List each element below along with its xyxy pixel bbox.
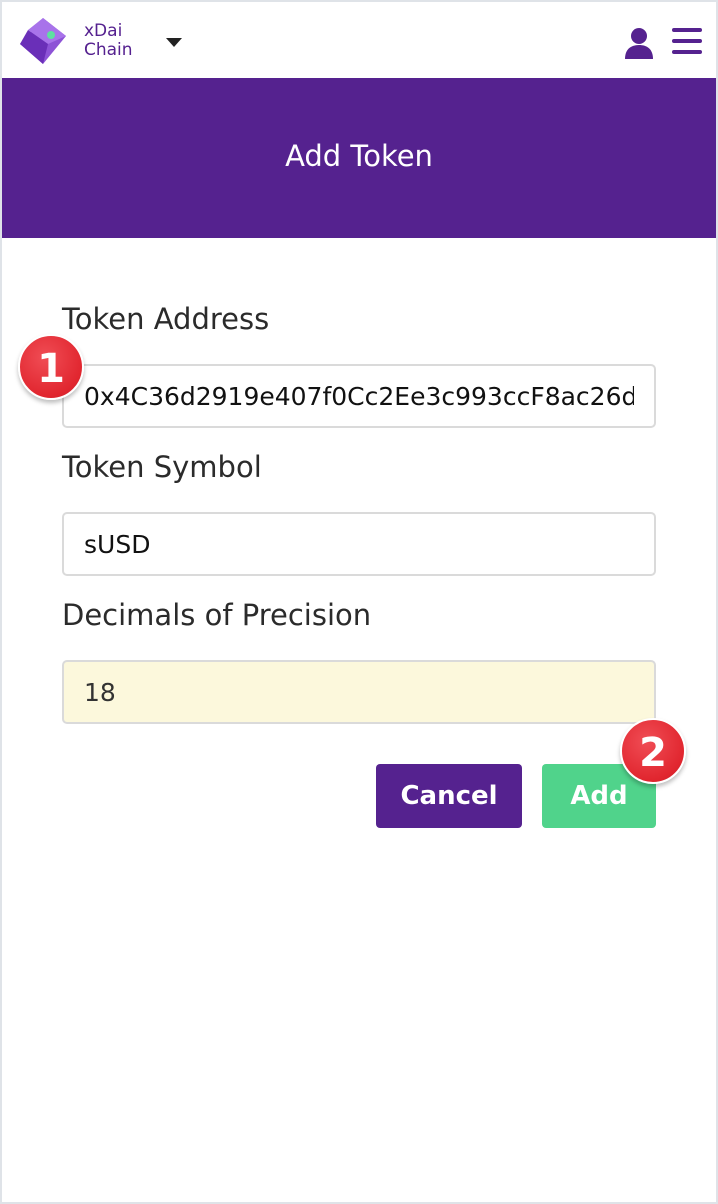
network-name-line1: xDai [84, 21, 123, 41]
user-icon[interactable] [622, 26, 656, 60]
decimals-label: Decimals of Precision [62, 598, 372, 632]
step-2-badge: 2 [620, 718, 686, 784]
step-1-badge: 1 [18, 334, 84, 400]
page-header-banner: Add Token [2, 78, 716, 238]
chevron-down-icon[interactable] [164, 34, 184, 50]
cancel-button[interactable]: Cancel [376, 764, 522, 828]
token-symbol-input[interactable] [62, 512, 656, 576]
wallet-logo-icon[interactable] [18, 16, 68, 66]
network-name[interactable]: xDai Chain [84, 22, 154, 60]
token-address-label: Token Address [62, 302, 270, 336]
token-symbol-label: Token Symbol [62, 450, 262, 484]
decimals-input[interactable] [62, 660, 656, 724]
top-bar: xDai Chain [2, 2, 716, 78]
network-name-line2: Chain [84, 40, 133, 60]
page-title: Add Token [285, 139, 433, 173]
token-address-input[interactable] [62, 364, 656, 428]
app-frame: xDai Chain Add Token Token Address Token… [0, 0, 718, 1204]
menu-icon[interactable] [670, 26, 704, 56]
